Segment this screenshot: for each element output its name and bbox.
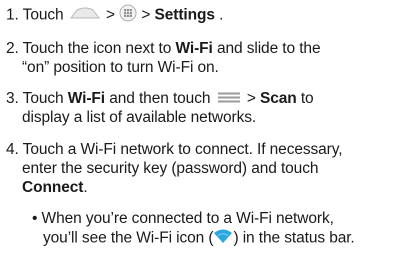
step-3-line-2: display a list of available networks. [22, 109, 256, 127]
step-text: Touch [22, 90, 68, 108]
step-number: 3. [6, 90, 19, 108]
step-text: to [296, 90, 314, 108]
connect-label: Connect [22, 179, 84, 196]
step-text: and then touch [105, 90, 211, 108]
step-4-line-2: enter the security key (password) and to… [22, 160, 318, 178]
menu-icon [215, 90, 243, 108]
step-text: Touch a Wi-Fi network to connect. If nec… [22, 141, 343, 158]
bullet-text: ) in the status bar. [233, 229, 355, 247]
bullet-mark: • [32, 210, 38, 227]
step-2-line-2: “on” position to turn Wi-Fi on. [22, 59, 219, 77]
step-number: 4. [6, 141, 19, 158]
step-3-line-1: 3. Touch Wi-Fi and then touch > Scan to [6, 90, 314, 108]
bullet-text: you’ll see the Wi-Fi icon ( [43, 229, 214, 247]
wifi-label: Wi-Fi [67, 90, 105, 108]
step-number: 1. [6, 6, 19, 24]
step-suffix: . [214, 6, 224, 24]
scan-label: Scan [259, 90, 297, 108]
step-number: 2. [6, 40, 19, 57]
wifi-label: Wi-Fi [175, 40, 213, 57]
step-text: Touch [22, 6, 64, 24]
step-text: “on” position to turn Wi-Fi on. [22, 59, 219, 76]
step-text: display a list of available networks. [22, 109, 257, 126]
bullet-text: When you’re connected to a Wi-Fi network… [41, 210, 334, 227]
step-text: Touch the icon next to [22, 40, 176, 57]
separator: > [141, 6, 151, 24]
apps-icon [119, 4, 137, 27]
step-2-line-1: 2. Touch the icon next to Wi-Fi and slid… [6, 40, 321, 58]
wifi-icon [213, 229, 233, 248]
step-text: enter the security key (password) and to… [22, 160, 319, 177]
separator: > [246, 90, 256, 108]
bullet-line-1: • When you’re connected to a Wi-Fi netwo… [32, 210, 334, 228]
step-text: and slide to the [212, 40, 321, 57]
step-1: 1. Touch > > Settings . [6, 4, 223, 27]
separator: > [105, 6, 115, 24]
step-text: . [83, 179, 88, 196]
instructions-document: 1. Touch > > Settings . 2. Touch the ico… [0, 0, 413, 257]
settings-label: Settings [154, 6, 215, 24]
step-4-line-1: 4. Touch a Wi-Fi network to connect. If … [6, 141, 343, 159]
bullet-line-2: you’ll see the Wi-Fi icon ( ) in the stat… [43, 229, 355, 248]
step-4-line-3: Connect. [22, 179, 88, 197]
home-icon [68, 6, 102, 25]
